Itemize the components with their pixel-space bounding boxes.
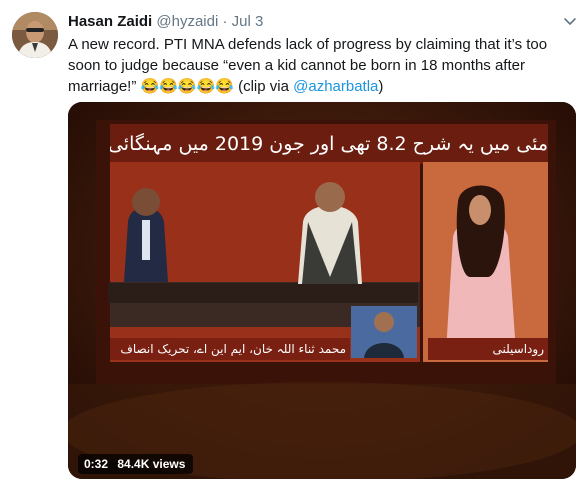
author-name[interactable]: Hasan Zaidi (68, 13, 152, 30)
video-duration: 0:32 (84, 457, 109, 471)
tweet-text: A new record. PTI MNA defends lack of pr… (68, 34, 573, 97)
mention-link[interactable]: @azharbatla (293, 78, 378, 95)
separator-dot: · (222, 13, 228, 30)
tweet-card[interactable]: Hasan Zaidi @hyzaidi · Jul 3 A new recor… (0, 0, 588, 492)
video-stats-badge: 0:32 84.4K views (78, 454, 194, 474)
avatar-image (12, 12, 58, 58)
host-caption: روداسیلنی (492, 342, 544, 356)
tweet-header: Hasan Zaidi @hyzaidi · Jul 3 (68, 12, 263, 32)
author-handle[interactable]: @hyzaidi (156, 13, 218, 30)
news-ticker: مئی میں یہ شرح 8.2 تھی اور جون 2019 میں … (110, 133, 548, 155)
laughing-emoji-icon: 😂😂😂😂😂 (140, 78, 234, 95)
view-count: 84.4K views (117, 457, 186, 471)
guest-caption: محمد ثناء اللہ خان، ایم این اے، تحریک ان… (120, 342, 346, 356)
tweet-date[interactable]: Jul 3 (232, 13, 264, 30)
avatar[interactable] (12, 12, 58, 58)
clip-suffix: ) (378, 78, 384, 95)
clip-prefix: (clip via (238, 78, 289, 95)
chevron-down-icon[interactable] (563, 16, 577, 28)
video-player[interactable]: مئی میں یہ شرح 8.2 تھی اور جون 2019 میں … (68, 102, 576, 479)
